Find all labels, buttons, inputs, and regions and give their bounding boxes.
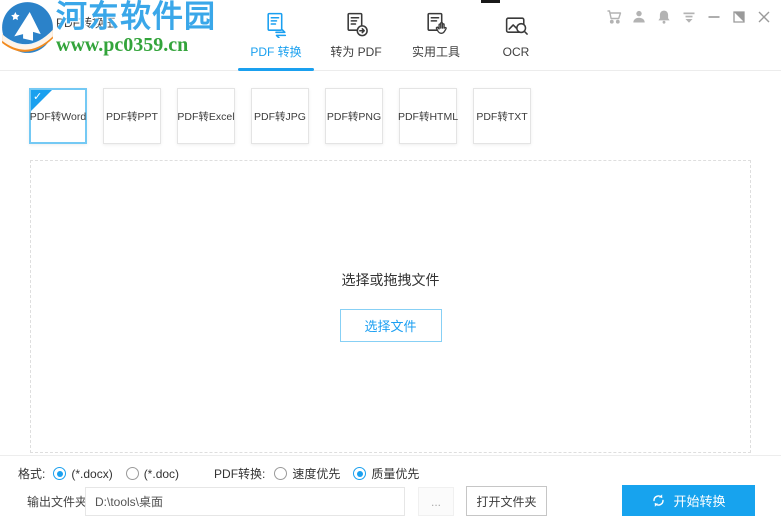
cart-icon[interactable] — [606, 9, 622, 25]
output-folder-label: 输出文件夹: — [27, 488, 90, 516]
tab-pdf-to-jpg[interactable]: PDF转JPG — [251, 88, 309, 144]
radio-doc[interactable]: (*.doc) — [126, 467, 179, 481]
nav-label: PDF 转换 — [250, 43, 301, 60]
start-convert-button[interactable]: 开始转换 — [622, 485, 755, 516]
nav-utilities[interactable]: 实用工具 — [396, 0, 476, 71]
convert-mode-label: PDF转换: — [214, 465, 265, 482]
bell-icon[interactable] — [656, 9, 672, 25]
watermark-site-url: www.pc0359.cn — [56, 34, 216, 56]
ocr-icon — [503, 13, 530, 40]
choose-file-button[interactable]: 选择文件 — [340, 309, 442, 342]
tab-label: PDF转Excel — [177, 109, 234, 124]
utilities-hand-icon — [423, 11, 450, 38]
user-icon[interactable] — [631, 9, 647, 25]
browse-folder-button[interactable]: ... — [418, 487, 454, 516]
tab-label: PDF转PPT — [106, 109, 158, 124]
radio-quality-priority[interactable]: 质量优先 — [353, 465, 419, 482]
watermark-logo-icon — [1, 1, 54, 54]
close-icon[interactable] — [756, 9, 772, 25]
to-pdf-icon — [343, 11, 370, 38]
tab-label: PDF转JPG — [254, 109, 306, 124]
radio-speed-priority[interactable]: 速度优先 — [274, 465, 340, 482]
tab-pdf-to-word[interactable]: PDF转Word — [29, 88, 87, 144]
file-drop-zone[interactable]: 选择或拖拽文件 选择文件 — [30, 160, 751, 453]
footer: 格式: (*.docx) (*.doc) PDF转换: 速度优先 质量优先 输出… — [0, 455, 781, 531]
nav-ocr[interactable]: OCR — [476, 0, 556, 71]
nav-label: 实用工具 — [412, 43, 460, 60]
tab-label: PDF转TXT — [476, 109, 527, 124]
radio-icon — [53, 467, 66, 480]
drop-hint-text: 选择或拖拽文件 — [31, 270, 750, 290]
radio-icon — [274, 467, 287, 480]
tab-pdf-to-html[interactable]: PDF转HTML — [399, 88, 457, 144]
nav-to-pdf[interactable]: 转为 PDF — [316, 0, 396, 71]
start-convert-label: 开始转换 — [673, 491, 725, 510]
window-controls — [606, 9, 772, 25]
minimize-icon[interactable] — [706, 9, 722, 25]
tab-pdf-to-ppt[interactable]: PDF转PPT — [103, 88, 161, 144]
radio-icon — [126, 467, 139, 480]
nav-label: 转为 PDF — [330, 43, 381, 60]
radio-label: (*.docx) — [71, 467, 112, 481]
tab-pdf-to-txt[interactable]: PDF转TXT — [473, 88, 531, 144]
radio-docx[interactable]: (*.docx) — [53, 467, 112, 481]
open-folder-button[interactable]: 打开文件夹 — [466, 486, 547, 516]
maximize-icon[interactable] — [731, 9, 747, 25]
conversion-tabs: PDF转Word PDF转PPT PDF转Excel PDF转JPG PDF转P… — [29, 88, 531, 144]
tab-pdf-to-png[interactable]: PDF转PNG — [325, 88, 383, 144]
pdf-convert-icon — [263, 11, 290, 38]
radio-label: 速度优先 — [292, 465, 340, 482]
output-folder-input[interactable] — [85, 487, 405, 516]
top-nav: PDF 转换 转为 PDF 实用工具 — [236, 0, 556, 71]
screen-artifact-dash — [481, 0, 500, 3]
title-bar: PDF转换王 河东软件园 www.pc0359.cn PD — [0, 0, 781, 71]
menu-icon[interactable] — [681, 9, 697, 25]
radio-label: 质量优先 — [371, 465, 419, 482]
tab-pdf-to-excel[interactable]: PDF转Excel — [177, 88, 235, 144]
radio-icon — [353, 467, 366, 480]
nav-pdf-convert[interactable]: PDF 转换 — [236, 0, 316, 71]
nav-label: OCR — [503, 45, 530, 59]
convert-refresh-icon — [651, 493, 666, 508]
format-label: 格式: — [18, 465, 45, 482]
radio-label: (*.doc) — [144, 467, 179, 481]
tab-label: PDF转PNG — [327, 109, 381, 124]
selected-check-icon — [31, 90, 52, 111]
tab-label: PDF转HTML — [398, 109, 458, 124]
window-title: PDF转换王 — [56, 14, 116, 31]
options-row: 格式: (*.docx) (*.doc) PDF转换: 速度优先 质量优先 — [18, 465, 432, 482]
